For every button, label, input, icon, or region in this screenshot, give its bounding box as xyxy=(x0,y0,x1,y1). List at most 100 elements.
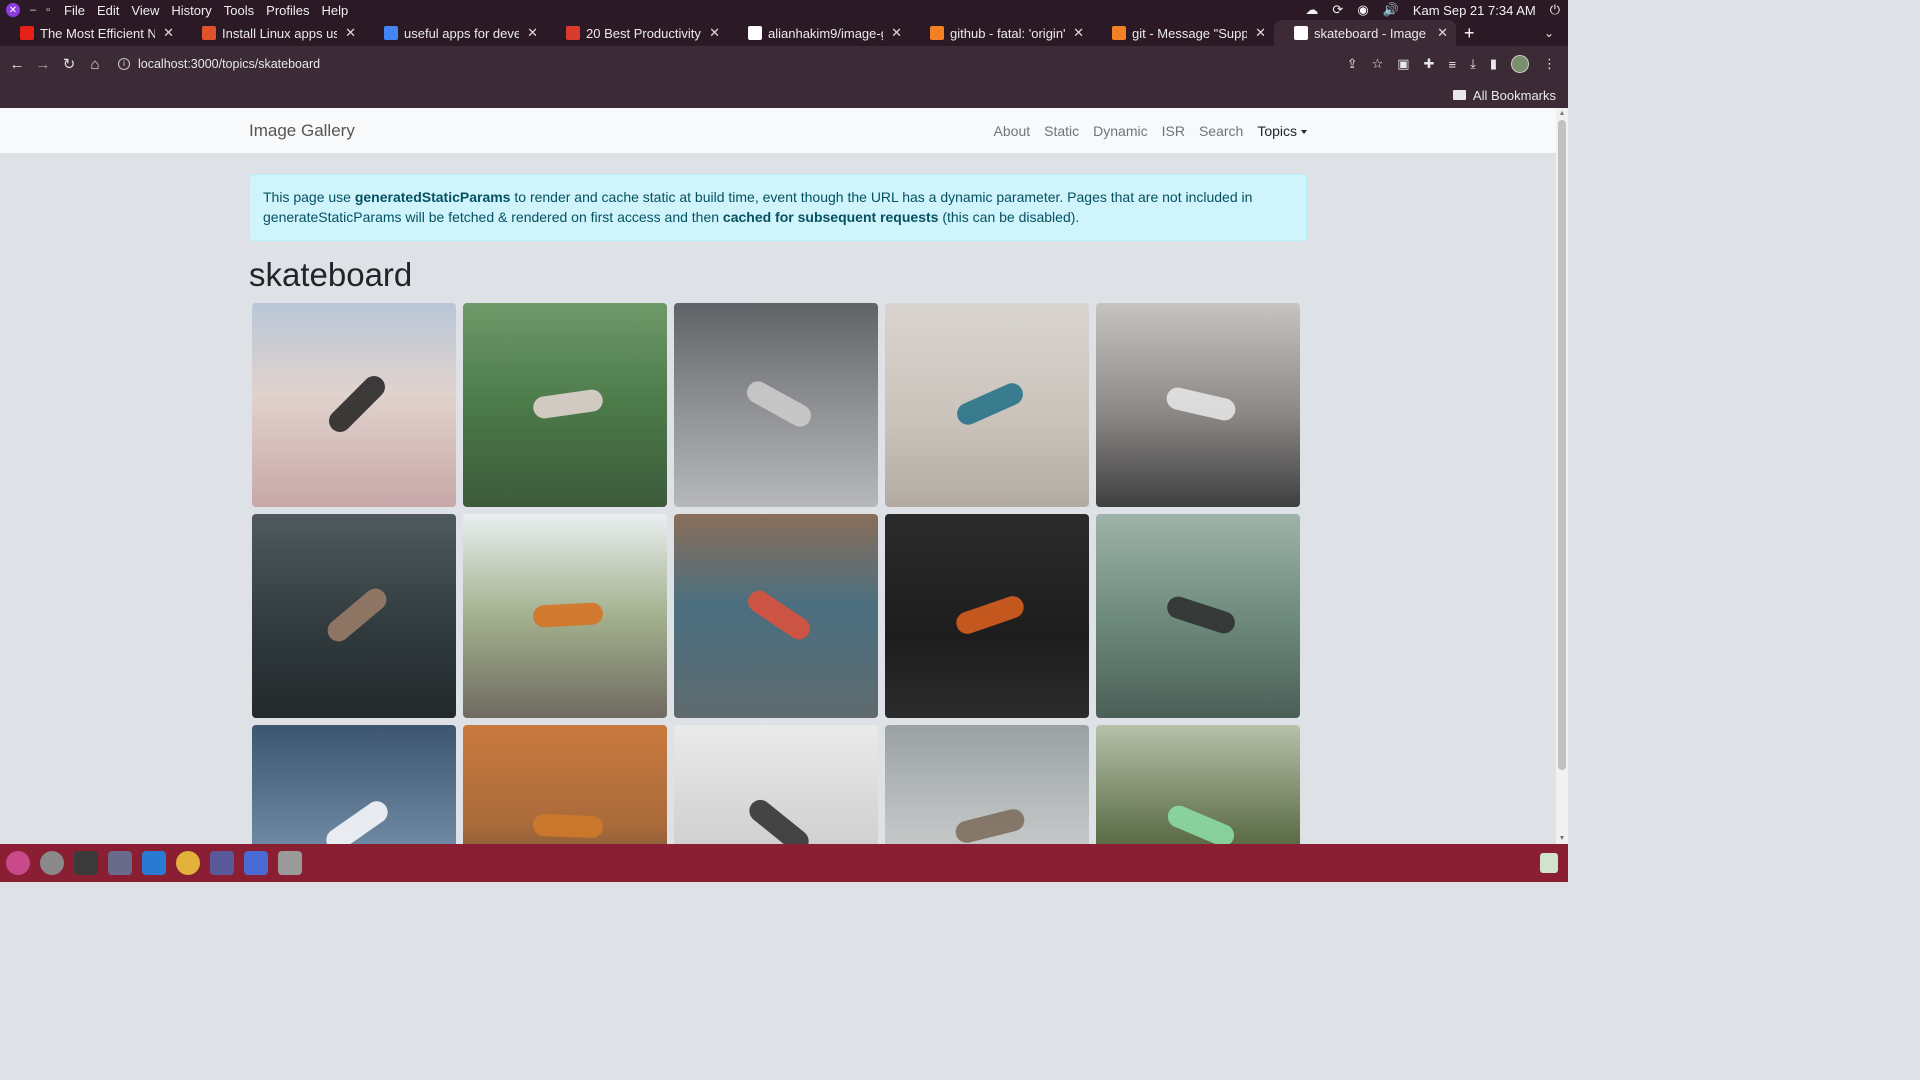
scroll-thumb[interactable] xyxy=(1558,120,1566,770)
browser-tab[interactable]: alianhakim9/image-ga ✕ xyxy=(728,20,910,46)
gallery-image[interactable] xyxy=(885,514,1089,718)
page-scrollbar[interactable]: ▲ ▼ xyxy=(1556,108,1568,844)
tab-close-icon[interactable]: ✕ xyxy=(163,25,174,41)
menu-profiles[interactable]: Profiles xyxy=(266,3,309,18)
image-subject-shape xyxy=(532,602,604,628)
power-icon[interactable]: ⏻ xyxy=(1550,2,1560,18)
gallery-image[interactable] xyxy=(1096,303,1300,507)
gallery-image[interactable] xyxy=(885,303,1089,507)
image-subject-shape xyxy=(953,379,1027,429)
menu-history[interactable]: History xyxy=(171,3,211,18)
url-text[interactable]: localhost:3000/topics/skateboard xyxy=(138,57,320,71)
topics-dropdown[interactable]: Topics xyxy=(1257,123,1307,139)
all-bookmarks-button[interactable]: All Bookmarks xyxy=(1473,88,1556,103)
back-icon[interactable]: ← xyxy=(4,56,30,73)
window-restore-icon[interactable]: ▫ xyxy=(46,4,50,16)
browser-tab[interactable]: skateboard - Image Ga ✕ xyxy=(1274,20,1456,46)
scroll-up-icon[interactable]: ▲ xyxy=(1558,110,1566,117)
gallery-image[interactable] xyxy=(252,725,456,844)
menu-edit[interactable]: Edit xyxy=(97,3,119,18)
tab-title: Install Linux apps usin xyxy=(222,25,338,41)
sidepanel-icon[interactable]: ▮ xyxy=(1490,56,1497,72)
terminal-icon[interactable] xyxy=(74,851,98,875)
gallery-image[interactable] xyxy=(674,725,878,844)
chrome-icon[interactable] xyxy=(176,851,200,875)
app-icon[interactable] xyxy=(210,851,234,875)
tab-close-icon[interactable]: ✕ xyxy=(527,25,538,41)
nav-link-dynamic[interactable]: Dynamic xyxy=(1093,123,1147,139)
sync-icon[interactable]: ⟳ xyxy=(1332,2,1343,18)
menu-help[interactable]: Help xyxy=(322,3,349,18)
tab-search-icon[interactable]: ⌄ xyxy=(1544,26,1554,40)
menu-tools[interactable]: Tools xyxy=(224,3,254,18)
profile-avatar[interactable] xyxy=(1511,55,1529,73)
gallery-image[interactable] xyxy=(252,514,456,718)
browser-tab[interactable]: Install Linux apps usin ✕ xyxy=(182,20,364,46)
browser-tab[interactable]: 20 Best Productivity Ap ✕ xyxy=(546,20,728,46)
share-icon[interactable]: ⇪ xyxy=(1347,56,1358,72)
tab-close-icon[interactable]: ✕ xyxy=(1255,25,1266,41)
menu-file[interactable]: File xyxy=(64,3,85,18)
gallery-image[interactable] xyxy=(1096,725,1300,844)
more-menu-icon[interactable]: ⋮ xyxy=(1543,56,1556,72)
nav-link-about[interactable]: About xyxy=(994,123,1031,139)
download-icon[interactable]: ⤓ xyxy=(1470,56,1476,72)
nav-link-static[interactable]: Static xyxy=(1044,123,1079,139)
gallery-image[interactable] xyxy=(1096,514,1300,718)
browser-tab[interactable]: github - fatal: 'origin' d ✕ xyxy=(910,20,1092,46)
tab-title: skateboard - Image Ga xyxy=(1314,25,1429,41)
disk-icon[interactable] xyxy=(278,851,302,875)
network-icon[interactable]: ◉ xyxy=(1357,2,1368,18)
cloud-icon[interactable]: ☁ xyxy=(1305,2,1318,18)
vscode-icon[interactable] xyxy=(142,851,166,875)
gallery-image[interactable] xyxy=(885,725,1089,844)
settings-icon[interactable] xyxy=(40,851,64,875)
browser-tab[interactable]: useful apps for develo ✕ xyxy=(364,20,546,46)
site-info-icon[interactable]: i xyxy=(118,58,130,70)
image-subject-shape xyxy=(1164,385,1238,423)
scroll-down-icon[interactable]: ▼ xyxy=(1558,835,1566,842)
clock[interactable]: Kam Sep 21 7:34 AM xyxy=(1413,3,1536,18)
reload-icon[interactable]: ↻ xyxy=(56,55,82,73)
files-icon[interactable] xyxy=(108,851,132,875)
tab-favicon-icon xyxy=(1112,26,1126,40)
media-icon[interactable]: ≡ xyxy=(1449,57,1457,72)
trash-icon[interactable] xyxy=(1540,853,1558,873)
extensions-icon[interactable]: ✚ xyxy=(1424,56,1435,72)
gallery-image[interactable] xyxy=(463,725,667,844)
gallery-image[interactable] xyxy=(463,514,667,718)
image-subject-shape xyxy=(1164,802,1238,844)
tab-close-icon[interactable]: ✕ xyxy=(891,25,902,41)
gallery-image[interactable] xyxy=(252,303,456,507)
tab-close-icon[interactable]: ✕ xyxy=(709,25,720,41)
alert-bold-text: cached for subsequent requests xyxy=(722,209,939,225)
window-minimize-icon[interactable]: – xyxy=(30,4,36,16)
volume-icon[interactable]: 🔊 xyxy=(1383,2,1399,18)
gallery-image[interactable] xyxy=(674,514,878,718)
tab-title: github - fatal: 'origin' d xyxy=(950,25,1066,41)
cast-icon[interactable]: ▣ xyxy=(1397,56,1409,72)
gallery-image[interactable] xyxy=(463,303,667,507)
address-bar[interactable]: i localhost:3000/topics/skateboard xyxy=(118,50,320,78)
tab-close-icon[interactable]: ✕ xyxy=(345,25,356,41)
nav-link-search[interactable]: Search xyxy=(1199,123,1243,139)
bookmark-star-icon[interactable]: ☆ xyxy=(1372,56,1384,72)
alert-bold-text: generatedStaticParams xyxy=(354,189,511,205)
nav-link-isr[interactable]: ISR xyxy=(1162,123,1185,139)
home-icon[interactable]: ⌂ xyxy=(82,56,108,73)
tab-close-icon[interactable]: ✕ xyxy=(1073,25,1084,41)
editor-icon[interactable] xyxy=(244,851,268,875)
forward-icon[interactable]: → xyxy=(30,56,56,73)
nav-links: About Static Dynamic ISR Search Topics xyxy=(994,123,1307,139)
tab-favicon-icon xyxy=(1294,26,1308,40)
tab-close-icon[interactable]: ✕ xyxy=(1437,25,1448,41)
ubuntu-icon[interactable] xyxy=(6,851,30,875)
new-tab-icon[interactable]: + xyxy=(1464,23,1475,44)
gallery-image[interactable] xyxy=(674,303,878,507)
tab-title: alianhakim9/image-ga xyxy=(768,25,884,41)
browser-tab[interactable]: git - Message "Support ✕ xyxy=(1092,20,1274,46)
site-brand[interactable]: Image Gallery xyxy=(249,121,355,141)
menu-view[interactable]: View xyxy=(131,3,159,18)
window-close-icon[interactable]: ✕ xyxy=(6,3,20,17)
browser-tab[interactable]: The Most Efficient Nex ✕ xyxy=(0,20,182,46)
